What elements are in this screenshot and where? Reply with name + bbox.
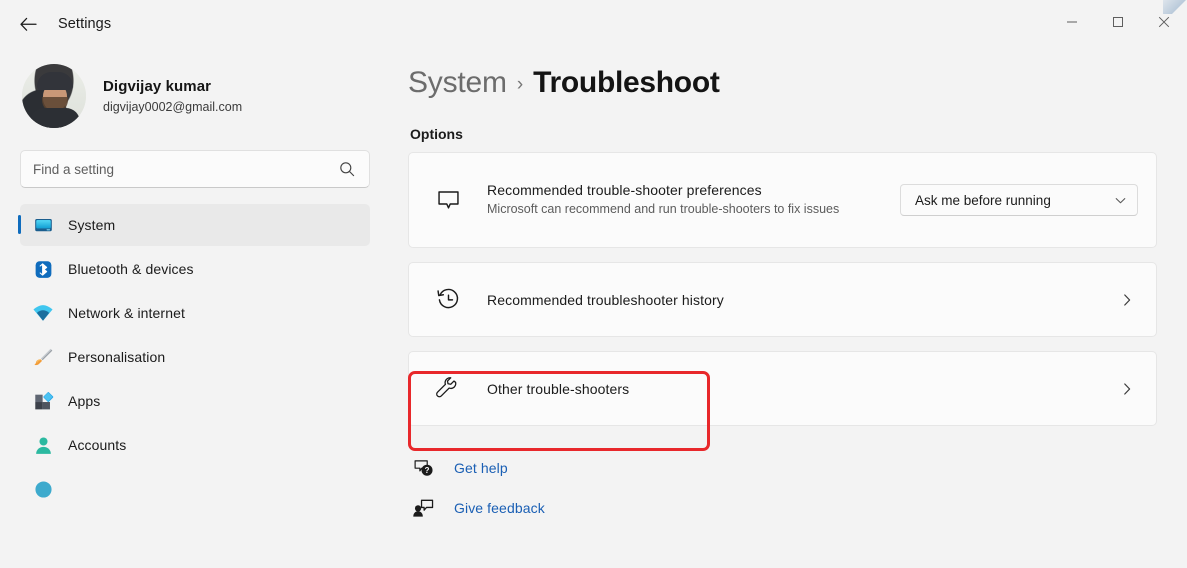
get-help-link[interactable]: ? Get help	[410, 448, 508, 488]
main-content: System › Troubleshoot Options Recommende…	[390, 48, 1187, 568]
sidebar-item-label: Personalisation	[68, 349, 166, 365]
sidebar-item-network-internet[interactable]: Network & internet	[20, 292, 370, 334]
card-title: Other trouble-shooters	[487, 380, 630, 397]
search-glyph	[340, 162, 355, 177]
window-controls	[1049, 0, 1187, 44]
card-title: Recommended trouble-shooter preferences	[487, 182, 762, 199]
search-input[interactable]	[33, 161, 337, 177]
sidebar-item-label: Accounts	[68, 437, 127, 453]
help-question-icon: ?	[410, 455, 436, 481]
account-email: digvijay0002@gmail.com	[103, 99, 243, 114]
sidebar-item-label: Bluetooth & devices	[68, 261, 194, 277]
account-header[interactable]: Digvijay kumar digvijay0002@gmail.com	[0, 48, 390, 128]
maximize-button[interactable]	[1095, 0, 1141, 44]
minimize-button[interactable]	[1049, 0, 1095, 44]
close-icon	[1158, 16, 1170, 28]
sidebar-item-label: System	[68, 217, 116, 233]
back-arrow-icon	[19, 17, 37, 31]
card-recommended-troubleshooter-history[interactable]: Recommended troubleshooter history	[408, 262, 1157, 337]
svg-text:?: ?	[425, 466, 430, 475]
give-feedback-link[interactable]: Give feedback	[410, 488, 545, 528]
search-box[interactable]	[20, 150, 370, 188]
section-label-options: Options	[410, 126, 463, 142]
bluetooth-icon	[32, 258, 54, 280]
chevron-down-icon	[1115, 197, 1126, 203]
history-clock-icon	[431, 283, 465, 317]
wrench-icon	[431, 372, 465, 406]
maximize-icon	[1113, 17, 1123, 27]
link-label: Get help	[454, 460, 508, 476]
window-title: Settings	[58, 16, 112, 32]
card-description: Microsoft can recommend and run trouble-…	[487, 202, 840, 217]
link-label: Give feedback	[454, 500, 545, 516]
breadcrumb: System › Troubleshoot	[408, 66, 1157, 100]
sidebar: Digvijay kumar digvijay0002@gmail.com Fi…	[0, 48, 390, 568]
page-title: Troubleshoot	[533, 66, 720, 99]
sidebar-item-system[interactable]: System	[18, 204, 370, 246]
sidebar-nav: System Bluetooth & devices Network & int…	[0, 204, 390, 510]
chevron-right-icon	[1116, 289, 1138, 311]
sidebar-item-personalisation[interactable]: Personalisation	[20, 336, 370, 378]
search-icon[interactable]	[337, 159, 357, 179]
card-other-troubleshooters[interactable]: Other trouble-shooters	[408, 351, 1157, 426]
sidebar-item-bluetooth-devices[interactable]: Bluetooth & devices	[20, 248, 370, 290]
chevron-right-icon	[1116, 378, 1138, 400]
sidebar-item-apps[interactable]: Apps	[20, 380, 370, 422]
sidebar-item-label: Network & internet	[68, 305, 185, 321]
sidebar-item-next-partial[interactable]	[20, 468, 370, 510]
avatar	[22, 64, 86, 128]
recommended-preferences-dropdown[interactable]: Ask me before running	[900, 184, 1138, 216]
card-recommended-troubleshooter-preferences: Recommended trouble-shooter preferences …	[408, 152, 1157, 248]
account-name: Digvijay kumar	[103, 78, 212, 96]
wifi-icon	[32, 302, 54, 324]
card-title: Recommended troubleshooter history	[487, 291, 724, 308]
search-container	[20, 150, 370, 188]
footer-links: ? Get help Give feedback	[410, 448, 1157, 528]
back-button[interactable]	[10, 8, 46, 40]
feedback-person-icon	[410, 495, 436, 521]
person-icon	[32, 434, 54, 456]
sidebar-item-accounts[interactable]: Accounts	[20, 424, 370, 466]
monitor-icon	[32, 214, 54, 236]
chat-bubble-icon	[431, 183, 465, 217]
dropdown-selected-value: Ask me before running	[915, 192, 1051, 208]
paintbrush-icon	[32, 346, 54, 368]
clock-icon	[32, 478, 54, 500]
minimize-icon	[1067, 21, 1077, 23]
close-button[interactable]	[1141, 0, 1187, 44]
settings-window: Settings Digvijay kumar digvijay0002@gma…	[0, 0, 1187, 568]
sidebar-item-label: Apps	[68, 393, 101, 409]
apps-icon	[32, 390, 54, 412]
breadcrumb-parent[interactable]: System	[408, 66, 507, 100]
title-bar: Settings	[0, 0, 1187, 48]
chevron-right-icon: ›	[516, 74, 524, 95]
